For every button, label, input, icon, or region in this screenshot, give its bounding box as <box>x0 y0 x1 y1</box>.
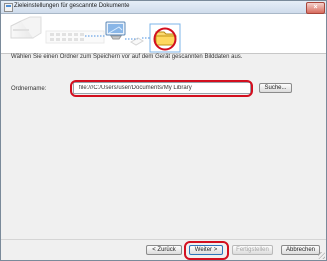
finish-button: Fertigstellen <box>232 245 273 255</box>
folder-name-label: Ordnername: <box>11 86 47 92</box>
document-icon <box>130 37 144 46</box>
footer-divider <box>1 239 326 240</box>
app-icon <box>4 3 13 12</box>
instruction-text: Wählen Sie einen Ordner zum Speichern vo… <box>11 54 243 60</box>
close-button[interactable]: × <box>306 2 325 14</box>
dialog-window: Zieleinstellungen für gescannte Dokument… <box>0 0 327 261</box>
next-button[interactable]: Weiter > <box>189 245 223 255</box>
close-icon: × <box>313 4 318 11</box>
folder-icon <box>155 31 177 46</box>
computer-icon <box>105 21 126 40</box>
title-bar[interactable]: Zieleinstellungen für gescannte Dokument… <box>1 1 326 14</box>
resize-grip[interactable] <box>318 252 325 259</box>
step-header <box>1 14 326 54</box>
folder-path-input[interactable] <box>73 82 251 94</box>
window-title: Zieleinstellungen für gescannte Dokument… <box>14 3 130 9</box>
content-area: Wählen Sie einen Ordner zum Speichern vo… <box>1 54 326 240</box>
device-panel <box>45 30 105 44</box>
back-button[interactable]: < Zurück <box>146 245 182 255</box>
step-diagram <box>10 16 181 53</box>
cancel-button[interactable]: Abbrechen <box>281 245 320 255</box>
scanner-icon <box>10 16 42 39</box>
search-button[interactable]: Suche... <box>259 83 292 93</box>
